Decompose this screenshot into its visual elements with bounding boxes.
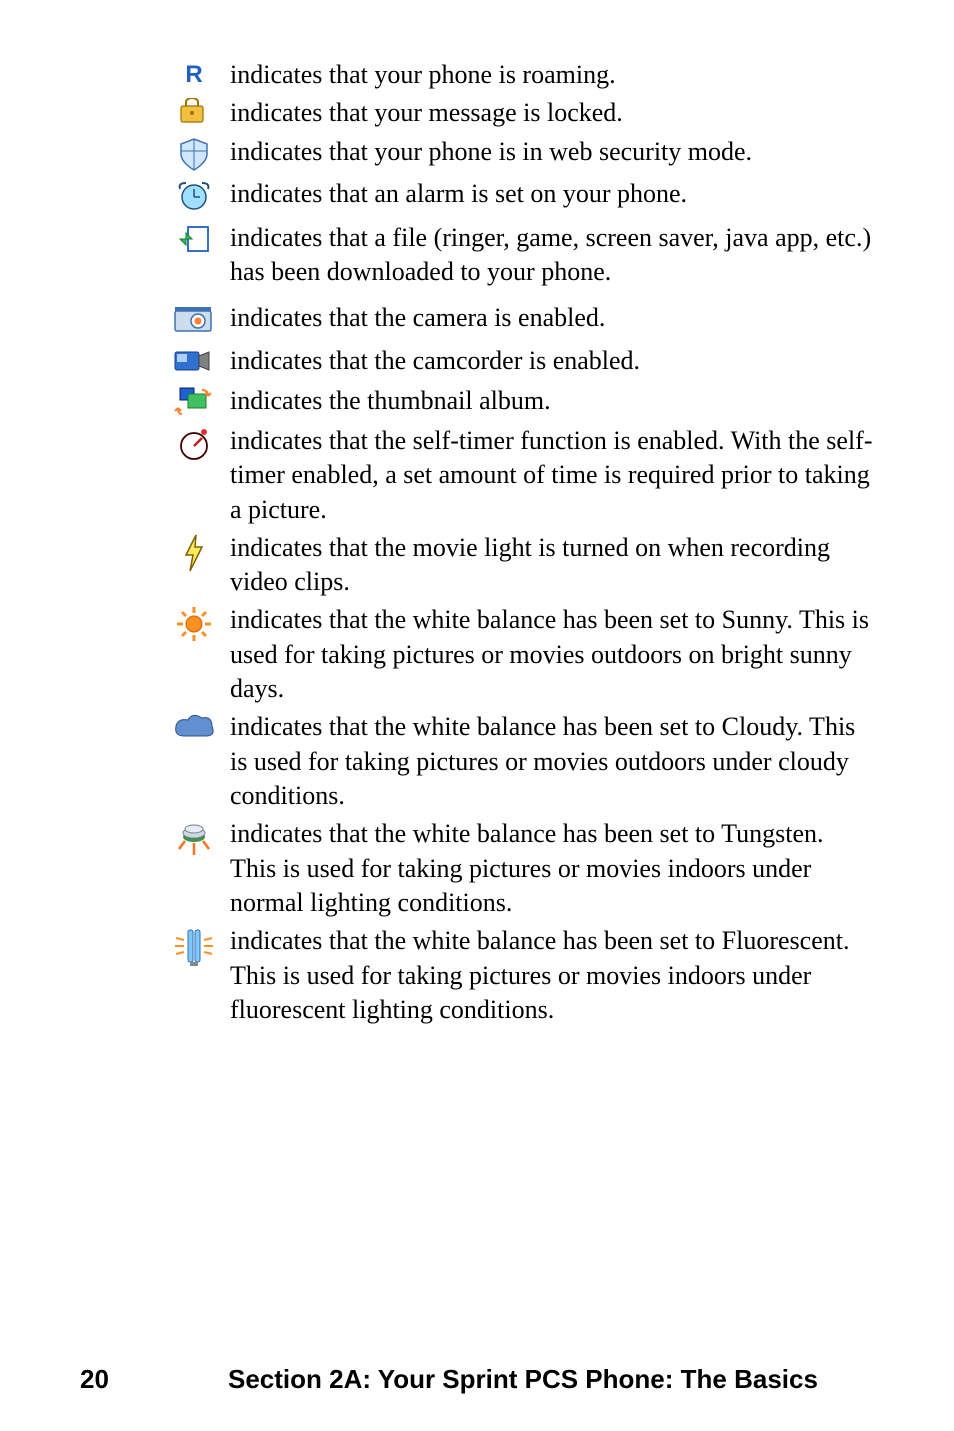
wb-cloudy-icon bbox=[160, 710, 228, 742]
icon-description: indicates that your phone is roaming. bbox=[228, 58, 874, 92]
icon-description: indicates that your message is locked. bbox=[228, 96, 874, 130]
thumbnail-album-icon bbox=[160, 384, 228, 420]
section-title: Section 2A: Your Sprint PCS Phone: The B… bbox=[228, 1364, 818, 1395]
icon-definition-row: R indicates that your phone is roaming. bbox=[160, 58, 874, 92]
icon-description: indicates the thumbnail album. bbox=[228, 384, 874, 418]
icon-description: indicates that the white balance has bee… bbox=[228, 603, 874, 706]
icon-description: indicates that the white balance has bee… bbox=[228, 924, 874, 1027]
icon-definition-row: indicates the thumbnail album. bbox=[160, 384, 874, 420]
svg-text:R: R bbox=[185, 61, 202, 88]
movie-light-icon bbox=[160, 531, 228, 573]
camera-icon bbox=[160, 301, 228, 333]
locked-message-icon bbox=[160, 96, 228, 128]
download-icon bbox=[160, 221, 228, 255]
icon-description: indicates that the movie light is turned… bbox=[228, 531, 874, 600]
self-timer-icon bbox=[160, 424, 228, 462]
icon-definition-row: indicates that a file (ringer, game, scr… bbox=[160, 221, 874, 290]
roaming-icon: R bbox=[160, 58, 228, 90]
icon-description: indicates that the white balance has bee… bbox=[228, 710, 874, 813]
icon-definition-row: indicates that the movie light is turned… bbox=[160, 531, 874, 600]
icon-description: indicates that a file (ringer, game, scr… bbox=[228, 221, 874, 290]
icon-definition-row: indicates that the camera is enabled. bbox=[160, 301, 874, 335]
page-footer: 20 Section 2A: Your Sprint PCS Phone: Th… bbox=[0, 1364, 954, 1395]
icon-description: indicates that an alarm is set on your p… bbox=[228, 177, 874, 211]
icon-description: indicates that the camcorder is enabled. bbox=[228, 344, 874, 378]
icon-description: indicates that the white balance has bee… bbox=[228, 817, 874, 920]
icon-description: indicates that the camera is enabled. bbox=[228, 301, 874, 335]
icon-definition-row: indicates that your message is locked. bbox=[160, 96, 874, 130]
icon-description: indicates that your phone is in web secu… bbox=[228, 135, 874, 169]
icon-definition-row: indicates that an alarm is set on your p… bbox=[160, 177, 874, 213]
icon-definition-row: indicates that your phone is in web secu… bbox=[160, 135, 874, 173]
icon-definition-row: indicates that the white balance has bee… bbox=[160, 817, 874, 920]
wb-sunny-icon bbox=[160, 603, 228, 643]
icon-definition-row: indicates that the white balance has bee… bbox=[160, 924, 874, 1027]
alarm-icon bbox=[160, 177, 228, 213]
page-number: 20 bbox=[80, 1364, 228, 1395]
page-content: R indicates that your phone is roaming. … bbox=[0, 0, 954, 1027]
camcorder-icon bbox=[160, 344, 228, 376]
web-security-icon bbox=[160, 135, 228, 173]
icon-definition-row: indicates that the white balance has bee… bbox=[160, 603, 874, 706]
wb-tungsten-icon bbox=[160, 817, 228, 859]
icon-description: indicates that the self-timer function i… bbox=[228, 424, 874, 527]
icon-definition-row: indicates that the self-timer function i… bbox=[160, 424, 874, 527]
icon-definition-row: indicates that the white balance has bee… bbox=[160, 710, 874, 813]
wb-fluorescent-icon bbox=[160, 924, 228, 968]
icon-definition-row: indicates that the camcorder is enabled. bbox=[160, 344, 874, 378]
